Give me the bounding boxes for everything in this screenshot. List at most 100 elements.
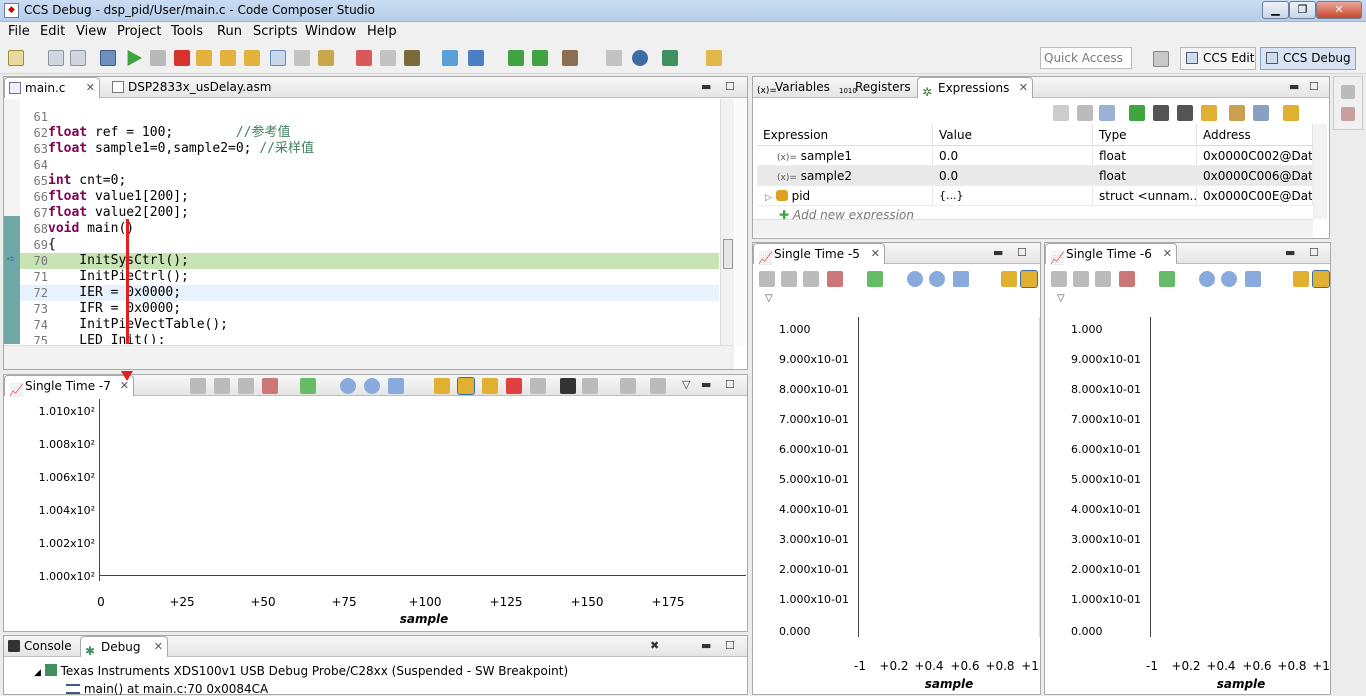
refresh-icon[interactable] (442, 50, 458, 66)
restore-icon[interactable] (1341, 85, 1355, 99)
clear-graph-icon[interactable] (506, 378, 522, 394)
editor-hscrollbar[interactable] (4, 345, 734, 369)
run-icon[interactable] (508, 50, 524, 66)
zoom-out-icon[interactable] (929, 271, 945, 287)
graph-toolbar-icon[interactable] (781, 271, 797, 287)
menu-file[interactable]: File (8, 24, 30, 39)
graph-toolbar-icon[interactable] (530, 378, 546, 394)
table-row[interactable]: (x)= sample1 0.0 float 0x0000C002@Data (757, 146, 1313, 166)
import-icon[interactable] (1229, 105, 1245, 121)
quick-access-input[interactable]: Quick Access (1040, 47, 1132, 69)
close-icon[interactable]: ✕ (871, 244, 880, 264)
load-program-icon[interactable] (404, 50, 420, 66)
assembly-step-icon[interactable] (270, 50, 286, 66)
add-icon[interactable] (1129, 105, 1145, 121)
debug-view-icon[interactable] (100, 50, 116, 66)
reset-zoom-icon[interactable] (388, 378, 404, 394)
expression-value[interactable]: 0.0 (933, 166, 1093, 186)
maximize-view-icon[interactable]: ☐ (1017, 246, 1027, 259)
zoom-out-icon[interactable] (364, 378, 380, 394)
refresh-icon[interactable] (1201, 105, 1217, 121)
maximize-view-icon[interactable]: ☐ (1309, 80, 1319, 93)
graph-toolbar-icon[interactable] (238, 378, 254, 394)
save-icon[interactable] (48, 50, 64, 66)
new-icon[interactable] (8, 50, 24, 66)
tab-single-time-5[interactable]: 📈 Single Time -5 ✕ (753, 243, 885, 265)
graph-toolbar-icon[interactable] (1159, 271, 1175, 287)
toolbar-icon[interactable] (1099, 105, 1115, 121)
save-all-icon[interactable] (70, 50, 86, 66)
toolbar-icon[interactable] (1077, 105, 1093, 121)
ccs-debug-perspective[interactable]: CCS Debug (1260, 47, 1356, 70)
view-menu-icon[interactable]: ▽ (682, 378, 690, 391)
tab-usdelay-asm[interactable]: DSP2833x_usDelay.asm (108, 77, 276, 98)
zoom-in-icon[interactable] (907, 271, 923, 287)
menu-scripts[interactable]: Scripts (253, 24, 297, 39)
close-button[interactable]: ✕ (1316, 1, 1362, 19)
menu-run[interactable]: Run (217, 24, 242, 39)
editor-vscrollbar[interactable] (720, 99, 734, 345)
debug-run-icon[interactable] (532, 50, 548, 66)
maximize-view-icon[interactable]: ☐ (1309, 246, 1319, 259)
debug-target-item[interactable]: ◢ Texas Instruments XDS100v1 USB Debug P… (34, 664, 568, 678)
minimize-view-icon[interactable]: ▬ (993, 246, 1003, 259)
minimize-view-icon[interactable]: ▬ (701, 378, 711, 391)
graph-properties-icon[interactable] (650, 378, 666, 394)
graph-toolbar-icon[interactable] (262, 378, 278, 394)
close-icon[interactable]: ✕ (154, 637, 163, 657)
stack-frame-item[interactable]: main() at main.c:70 0x0084CA (66, 682, 268, 696)
zoom-out-icon[interactable] (1221, 271, 1237, 287)
minimize-view-icon[interactable]: ▬ (701, 639, 711, 652)
graph-toolbar-icon[interactable] (214, 378, 230, 394)
console-icon[interactable] (606, 50, 622, 66)
table-row[interactable]: (x)= sample2 0.0 float 0x0000C006@Data (757, 166, 1313, 186)
view-icon[interactable] (1341, 107, 1355, 121)
graph-toolbar-icon[interactable] (1119, 271, 1135, 287)
export-icon[interactable] (1253, 105, 1269, 121)
tab-expressions[interactable]: ✲ Expressions ✕ (917, 77, 1033, 99)
close-icon[interactable]: ✕ (86, 78, 95, 98)
graph-toolbar-icon[interactable] (827, 271, 843, 287)
view-menu-icon[interactable]: ▽ (1057, 293, 1065, 304)
graph6-plot[interactable]: 1.000 9.000x10-01 8.000x10-01 7.000x10-0… (1045, 315, 1330, 694)
menu-tools[interactable]: Tools (171, 24, 203, 39)
graph7-plot[interactable]: 1.010x10² 1.008x10² 1.006x10² 1.004x10² … (4, 397, 747, 631)
restart-icon[interactable] (318, 50, 334, 66)
tab-debug[interactable]: ✱ Debug ✕ (80, 636, 168, 658)
graph-toolbar-icon[interactable] (620, 378, 636, 394)
minimize-button[interactable]: ▁ (1262, 1, 1289, 19)
table-row[interactable]: ▷ pid {...} struct <unnam... 0x0000C00E@… (757, 186, 1313, 206)
add-new-expression[interactable]: ✚ Add new expression (779, 208, 914, 219)
open-perspective-icon[interactable] (1153, 51, 1169, 67)
graph-toolbar-icon[interactable] (190, 378, 206, 394)
step-over-icon[interactable] (220, 50, 236, 66)
zoom-in-icon[interactable] (340, 378, 356, 394)
expressions-vscrollbar[interactable] (1313, 124, 1327, 219)
refresh-icon[interactable] (1001, 271, 1017, 287)
scroll-thumb[interactable] (723, 239, 733, 269)
close-icon[interactable]: ✕ (1163, 244, 1172, 264)
ccs-edit-perspective[interactable]: CCS Edit (1180, 47, 1256, 70)
tab-single-time-7[interactable]: 📈 Single Time -7 ✕ (4, 375, 134, 397)
menu-view[interactable]: View (76, 24, 107, 39)
view-menu-icon[interactable]: ▽ (765, 293, 773, 304)
build-icon[interactable] (562, 50, 578, 66)
tab-variables[interactable]: (x)= Variables (753, 77, 835, 98)
menu-window[interactable]: Window (305, 24, 356, 39)
tab-registers[interactable]: 1010 Registers (835, 77, 917, 98)
refresh-icon[interactable] (434, 378, 450, 394)
maximize-button[interactable]: ❐ (1289, 1, 1316, 19)
remove-terminated-icon[interactable]: ✖ (650, 639, 659, 652)
tab-console[interactable]: Console (4, 636, 80, 657)
graph-toolbar-icon[interactable] (1095, 271, 1111, 287)
maximize-view-icon[interactable]: ☐ (725, 80, 735, 93)
tab-single-time-6[interactable]: 📈 Single Time -6 ✕ (1045, 243, 1177, 265)
search-icon[interactable] (632, 50, 648, 66)
column-header-address[interactable]: Address (1197, 124, 1313, 146)
continuous-refresh-icon[interactable] (1283, 105, 1299, 121)
menu-edit[interactable]: Edit (40, 24, 65, 39)
graph-toolbar-icon[interactable] (867, 271, 883, 287)
reset-zoom-icon[interactable] (1245, 271, 1261, 287)
expression-value[interactable]: {...} (933, 186, 1093, 206)
code-editor[interactable]: ➪ 61 62 63 64 65 66 67 68 69 70 71 72 73… (4, 99, 719, 344)
